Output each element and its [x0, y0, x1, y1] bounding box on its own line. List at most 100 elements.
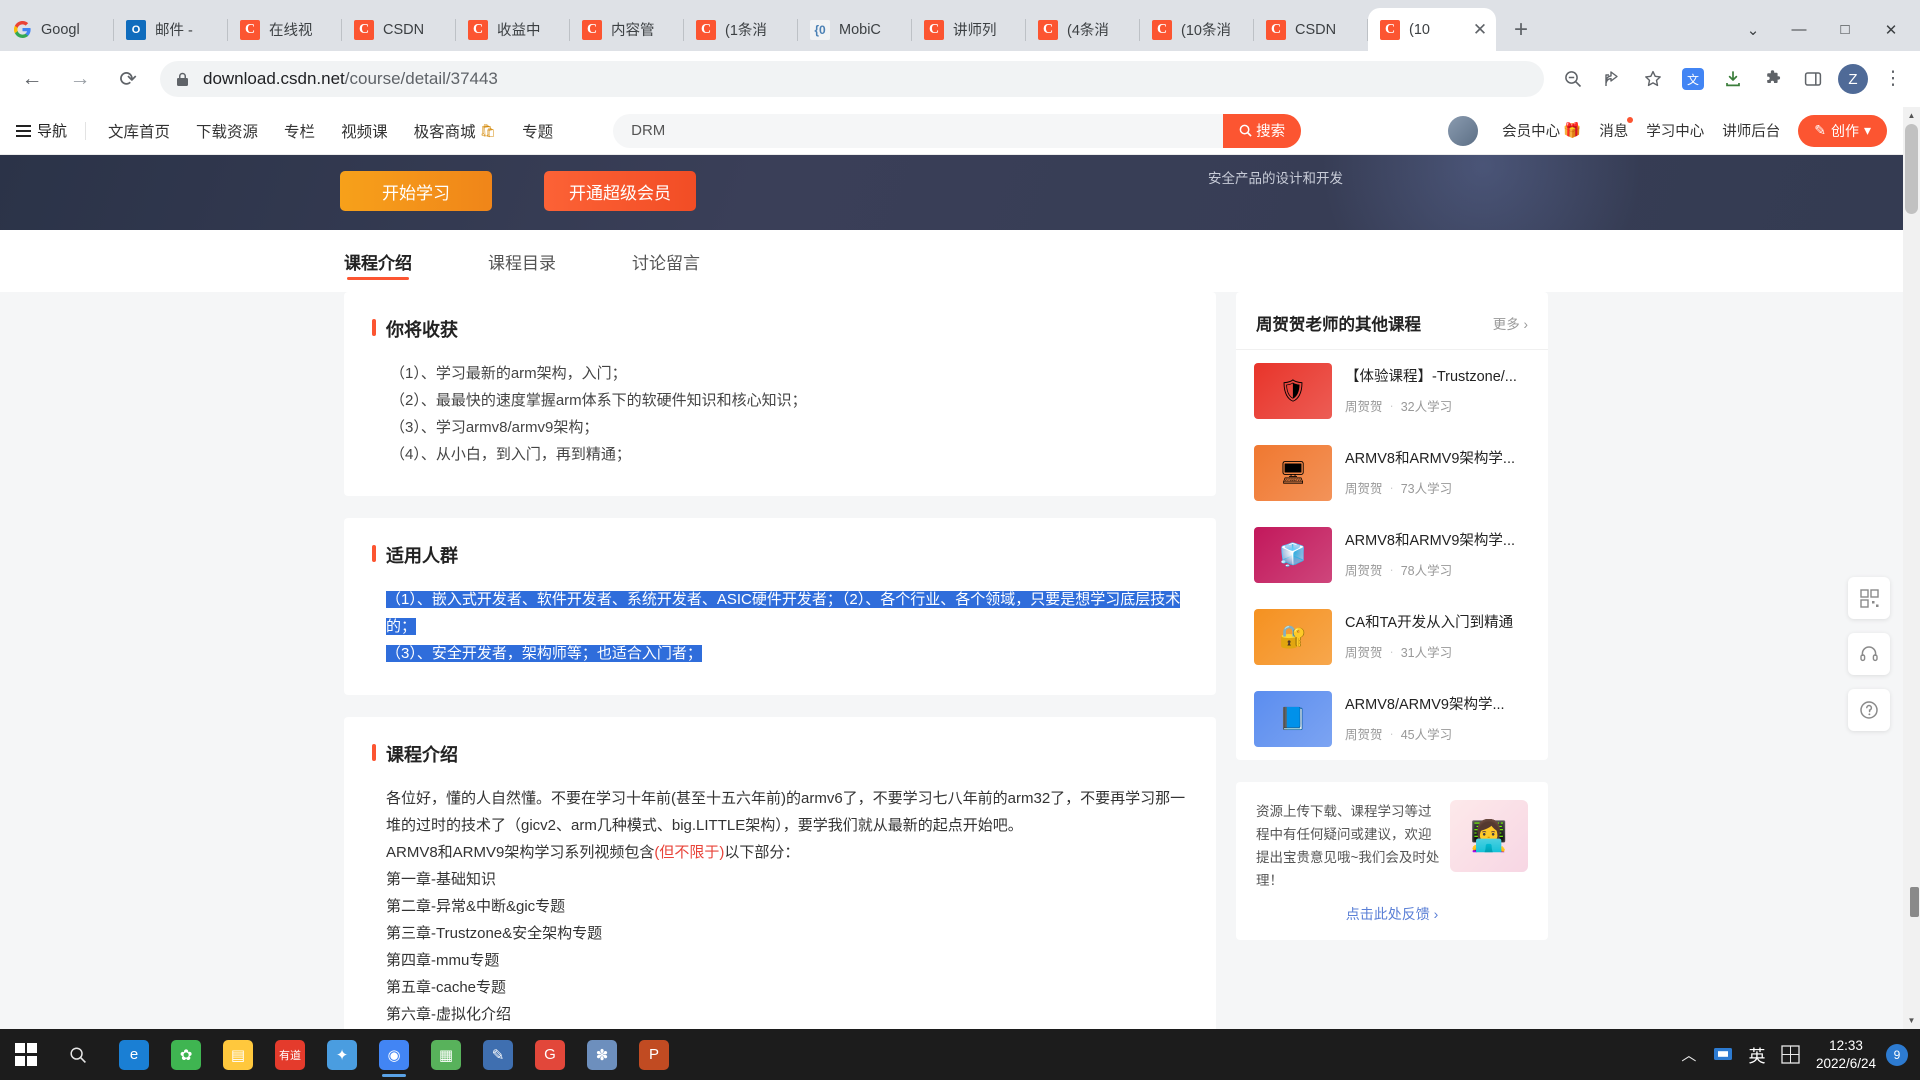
address-bar[interactable]: download.csdn.net/course/detail/37443: [160, 61, 1544, 97]
headset-icon[interactable]: [1848, 633, 1890, 675]
create-button[interactable]: ✎ 创作 ▾: [1798, 114, 1887, 147]
taskbar-app[interactable]: ◉: [368, 1029, 420, 1080]
audience-lines: （1）、嵌入式开发者、软件开发者、系统开发者、ASIC硬件开发者；（2）、各个行…: [372, 586, 1188, 667]
tab-close-icon[interactable]: ✕: [1470, 20, 1490, 40]
other-courses-more-link[interactable]: 更多 ›: [1493, 313, 1528, 333]
bookmark-star-icon[interactable]: [1634, 60, 1672, 98]
sidebar-course-item[interactable]: 📘 ARMV8/ARMV9架构学... 周贺贺 · 45人学习: [1236, 678, 1548, 760]
browser-toolbar: ← → ⟳ download.csdn.net/course/detail/37…: [0, 51, 1920, 107]
browser-tab[interactable]: C 收益中: [456, 8, 570, 51]
user-avatar[interactable]: [1448, 115, 1479, 146]
nav-item-video-course[interactable]: 视频课: [341, 120, 388, 142]
scroll-down-arrow[interactable]: ▼: [1903, 1012, 1920, 1029]
browser-tab[interactable]: C 在线视: [228, 8, 342, 51]
nav-item-topic[interactable]: 专题: [522, 120, 553, 142]
maximize-button[interactable]: □: [1822, 8, 1868, 51]
page-scrollbar[interactable]: ▲ ▼: [1903, 107, 1920, 1029]
tab-course-catalog[interactable]: 课程目录: [488, 230, 556, 292]
audience-line-1-highlighted: （1）、嵌入式开发者、软件开发者、系统开发者、ASIC硬件开发者；（2）、各个行…: [386, 591, 1181, 635]
scrollbar-thumb[interactable]: [1905, 124, 1918, 214]
taskbar-app[interactable]: ▦: [420, 1029, 472, 1080]
banner-tagline: 安全产品的设计和开发: [1208, 171, 1343, 186]
taskbar-app[interactable]: 有道: [264, 1029, 316, 1080]
search-input[interactable]: DRM: [613, 113, 1224, 148]
tab-discussion[interactable]: 讨论留言: [632, 230, 700, 292]
screen-share-icon[interactable]: [1706, 1029, 1740, 1080]
taskbar-app[interactable]: e: [108, 1029, 160, 1080]
close-window-button[interactable]: ✕: [1868, 8, 1914, 51]
tab-course-intro[interactable]: 课程介绍: [344, 230, 412, 292]
browser-tab[interactable]: C 内容管: [570, 8, 684, 51]
nav-item-geek-mall[interactable]: 极客商城 🛍: [414, 120, 497, 142]
taskbar-app[interactable]: G: [524, 1029, 576, 1080]
browser-tab[interactable]: O 邮件 -: [114, 8, 228, 51]
taskbar-app[interactable]: ▤: [212, 1029, 264, 1080]
search-button[interactable]: 搜索: [1223, 113, 1302, 148]
sidebar-course-item[interactable]: 🛡 【体验课程】-Trustzone/... 周贺贺 · 32人学习: [1236, 350, 1548, 432]
browser-tab-title: 邮件 -: [155, 23, 193, 39]
minimize-button[interactable]: —: [1776, 8, 1822, 51]
translate-icon[interactable]: 文: [1674, 60, 1712, 98]
profile-avatar[interactable]: Z: [1834, 60, 1872, 98]
link-study-center[interactable]: 学习中心: [1646, 120, 1704, 141]
ime-grid-icon[interactable]: [1774, 1029, 1808, 1080]
card-audience-title: 适用人群: [372, 542, 1188, 568]
question-icon[interactable]: [1848, 689, 1890, 731]
tray-expand-caret-icon[interactable]: ︿: [1672, 1029, 1706, 1080]
reload-button[interactable]: ⟳: [108, 59, 148, 99]
start-learning-button[interactable]: 开始学习: [340, 171, 492, 211]
new-tab-button[interactable]: +: [1504, 13, 1538, 47]
extensions-icon[interactable]: [1754, 60, 1792, 98]
notification-count-badge[interactable]: 9: [1886, 1043, 1908, 1066]
taskbar-app[interactable]: ✿: [160, 1029, 212, 1080]
browser-tab[interactable]: C (1条消: [684, 8, 798, 51]
nav-toggle-button[interactable]: 导航: [16, 120, 85, 141]
feedback-link-label: 点击此处反馈: [1345, 906, 1430, 922]
side-panel-icon[interactable]: [1794, 60, 1832, 98]
ime-language-icon[interactable]: 英: [1740, 1029, 1774, 1080]
taskbar-clock[interactable]: 12:33 2022/6/24: [1808, 1037, 1886, 1073]
photos-icon: ▦: [431, 1039, 461, 1070]
taskbar-app[interactable]: ✽: [576, 1029, 628, 1080]
browser-tab[interactable]: Googl: [0, 8, 114, 51]
download-icon[interactable]: [1714, 60, 1752, 98]
link-member-center[interactable]: 会员中心 🎁: [1502, 120, 1581, 141]
sidebar-course-item[interactable]: 🧊 ARMV8和ARMV9架构学... 周贺贺 · 78人学习: [1236, 514, 1548, 596]
taskbar-app[interactable]: ✦: [316, 1029, 368, 1080]
back-button[interactable]: ←: [12, 59, 52, 99]
scrollbar-find-mark: [1910, 887, 1919, 917]
app-colorful-icon: ✦: [327, 1039, 357, 1070]
nav-item-column[interactable]: 专栏: [284, 120, 315, 142]
browser-tab[interactable]: {0 MobiC: [798, 8, 912, 51]
sidebar-course-item[interactable]: 🔐 CA和TA开发从入门到精通 周贺贺 · 31人学习: [1236, 596, 1548, 678]
browser-tab[interactable]: C (10 ✕: [1368, 8, 1496, 51]
clock-time: 12:33: [1829, 1037, 1863, 1053]
browser-tab[interactable]: C CSDN: [342, 8, 456, 51]
zoom-out-icon[interactable]: [1554, 60, 1592, 98]
taskbar-app[interactable]: ✎: [472, 1029, 524, 1080]
dot-separator: ·: [1389, 726, 1394, 741]
open-super-vip-button[interactable]: 开通超级会员: [544, 171, 696, 211]
taskbar-search-icon[interactable]: [52, 1046, 104, 1064]
browser-tab[interactable]: C (4条消: [1026, 8, 1140, 51]
nav-item-downloads[interactable]: 下载资源: [196, 120, 258, 142]
search-icon: [1239, 124, 1252, 137]
forward-button[interactable]: →: [60, 59, 100, 99]
taskbar-app[interactable]: P: [628, 1029, 680, 1080]
nav-item-library-home[interactable]: 文库首页: [108, 120, 170, 142]
browser-tab[interactable]: C (10条消: [1140, 8, 1254, 51]
link-messages[interactable]: 消息: [1599, 117, 1634, 141]
share-icon[interactable]: [1594, 60, 1632, 98]
feedback-link[interactable]: 点击此处反馈 ›: [1256, 904, 1528, 924]
browser-tab[interactable]: C 讲师列: [912, 8, 1026, 51]
scroll-up-arrow[interactable]: ▲: [1903, 107, 1920, 124]
chrome-menu-icon[interactable]: ⋮: [1874, 60, 1912, 98]
gain-line: （1）、学习最新的arm架构，入门；: [390, 365, 627, 382]
qrcode-icon[interactable]: [1848, 577, 1890, 619]
sidebar-course-item[interactable]: 🖥 ARMV8和ARMV9架构学... 周贺贺 · 73人学习: [1236, 432, 1548, 514]
windows-start-icon[interactable]: [0, 1029, 52, 1080]
link-instructor-backend[interactable]: 讲师后台: [1722, 120, 1780, 141]
tabsearch-caret-icon[interactable]: ⌄: [1730, 8, 1776, 51]
site-search: DRM 搜索: [613, 113, 1302, 148]
browser-tab[interactable]: C CSDN: [1254, 8, 1368, 51]
